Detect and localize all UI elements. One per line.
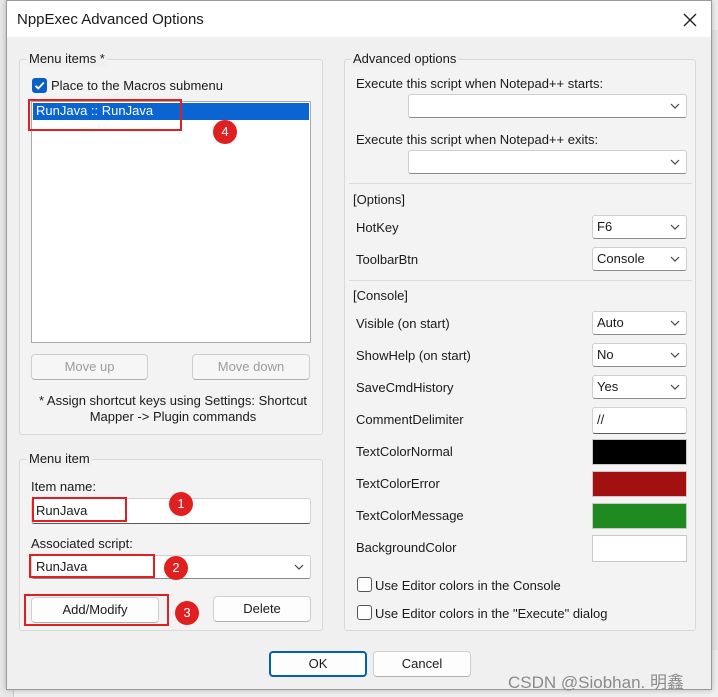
annotation-box-3 bbox=[24, 594, 169, 626]
checkmark-icon bbox=[34, 81, 45, 90]
menu-items-legend: Menu items * bbox=[27, 51, 107, 66]
annotation-badge-2: 2 bbox=[164, 556, 188, 580]
chevron-down-icon bbox=[670, 313, 680, 333]
use-editor-console-checkbox[interactable] bbox=[357, 577, 372, 592]
delete-button[interactable]: Delete bbox=[213, 596, 311, 622]
divider bbox=[349, 280, 692, 281]
showhelp-label: ShowHelp (on start) bbox=[356, 348, 471, 363]
toolbarbtn-label: ToolbarBtn bbox=[356, 252, 419, 267]
close-button[interactable] bbox=[675, 7, 705, 33]
visible-label: Visible (on start) bbox=[356, 316, 450, 331]
console-header: [Console] bbox=[353, 288, 408, 303]
annotation-badge-4: 4 bbox=[213, 120, 237, 144]
chevron-down-icon bbox=[670, 152, 680, 172]
annotation-badge-3: 3 bbox=[175, 601, 199, 625]
annotation-box-4 bbox=[28, 99, 182, 131]
move-up-button[interactable]: Move up bbox=[31, 354, 148, 380]
start-script-select[interactable] bbox=[408, 94, 687, 118]
annotation-box-1 bbox=[32, 497, 127, 522]
textcolornormal-label: TextColorNormal bbox=[356, 444, 453, 459]
backgroundcolor-swatch[interactable] bbox=[592, 535, 687, 562]
textcolormessage-swatch[interactable] bbox=[592, 503, 687, 529]
annotation-badge-1: 1 bbox=[169, 492, 193, 516]
advanced-options-legend: Advanced options bbox=[351, 51, 459, 66]
options-header: [Options] bbox=[353, 192, 406, 207]
ok-button[interactable]: OK bbox=[269, 651, 367, 677]
close-icon bbox=[683, 13, 697, 27]
chevron-down-icon bbox=[670, 345, 680, 365]
dialog-title: NppExec Advanced Options bbox=[17, 11, 204, 28]
hotkey-select[interactable]: F6 bbox=[592, 215, 687, 239]
commentdelim-input[interactable]: // bbox=[592, 407, 687, 434]
chevron-down-icon bbox=[670, 249, 680, 269]
toolbarbtn-select[interactable]: Console bbox=[592, 247, 687, 271]
textcolorerror-label: TextColorError bbox=[356, 476, 440, 491]
cancel-button[interactable]: Cancel bbox=[373, 651, 471, 677]
commentdelim-label: CommentDelimiter bbox=[356, 412, 464, 427]
exit-script-label: Execute this script when Notepad++ exits… bbox=[356, 132, 599, 147]
menu-item-legend: Menu item bbox=[27, 451, 92, 466]
watermark: CSDN @Siobhan. 明鑫 bbox=[508, 673, 684, 692]
chevron-down-icon bbox=[670, 217, 680, 237]
use-editor-execute-label: Use Editor colors in the "Execute" dialo… bbox=[375, 606, 608, 621]
toolbarbtn-value: Console bbox=[597, 251, 645, 266]
use-editor-console-label: Use Editor colors in the Console bbox=[375, 578, 561, 593]
item-name-label: Item name: bbox=[31, 479, 97, 494]
shortcut-hint: * Assign shortcut keys using Settings: S… bbox=[38, 393, 308, 424]
chevron-down-icon bbox=[294, 557, 304, 577]
place-macros-checkbox[interactable] bbox=[32, 78, 47, 93]
backgroundcolor-label: BackgroundColor bbox=[356, 540, 457, 555]
chevron-down-icon bbox=[670, 96, 680, 116]
start-script-label: Execute this script when Notepad++ start… bbox=[356, 76, 604, 91]
showhelp-select[interactable]: No bbox=[592, 343, 687, 367]
menu-items-list[interactable]: RunJava :: RunJava bbox=[31, 101, 311, 343]
visible-select[interactable]: Auto bbox=[592, 311, 687, 335]
hotkey-label: HotKey bbox=[356, 220, 399, 235]
title-bar: NppExec Advanced Options bbox=[7, 1, 711, 37]
textcolormessage-label: TextColorMessage bbox=[356, 508, 464, 523]
advanced-options-dialog: NppExec Advanced Options Menu items * Pl… bbox=[6, 0, 712, 690]
move-down-button[interactable]: Move down bbox=[192, 354, 310, 380]
place-macros-label: Place to the Macros submenu bbox=[51, 78, 223, 93]
annotation-box-2 bbox=[29, 554, 155, 578]
savecmd-label: SaveCmdHistory bbox=[356, 380, 454, 395]
savecmd-value: Yes bbox=[597, 379, 619, 394]
savecmd-select[interactable]: Yes bbox=[592, 375, 687, 399]
associated-script-label: Associated script: bbox=[31, 536, 133, 551]
textcolornormal-swatch[interactable] bbox=[592, 439, 687, 465]
chevron-down-icon bbox=[670, 377, 680, 397]
visible-value: Auto bbox=[597, 315, 624, 330]
exit-script-select[interactable] bbox=[408, 150, 687, 174]
hotkey-value: F6 bbox=[597, 219, 613, 234]
textcolorerror-swatch[interactable] bbox=[592, 471, 687, 497]
use-editor-execute-checkbox[interactable] bbox=[357, 605, 372, 620]
showhelp-value: No bbox=[597, 347, 614, 362]
divider bbox=[349, 183, 692, 184]
